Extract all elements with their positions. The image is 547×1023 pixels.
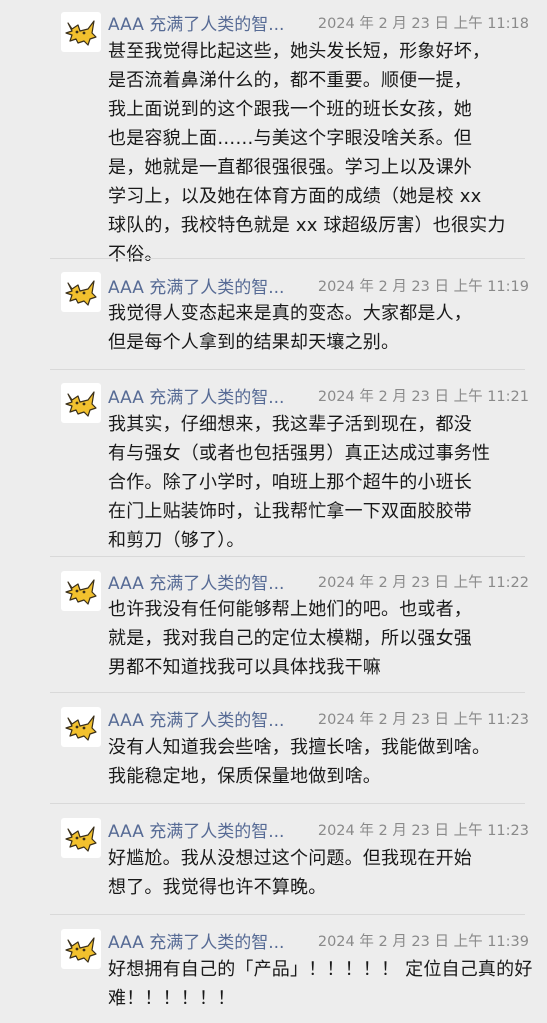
message-text: 好尴尬。我从没想过这个问题。但我现在开始 想了。我觉得也许不算晚。 xyxy=(108,848,472,898)
message-text: 我觉得人变态起来是真的变态。大家都是人， 但是每个人拿到的结果却天壤之别。 xyxy=(108,303,472,353)
avatar[interactable] xyxy=(61,707,101,747)
timestamp: 2024 年 2 月 23 日 上午 11:18 xyxy=(317,15,529,32)
yellow-cat-icon xyxy=(65,280,97,306)
timestamp: 2024 年 2 月 23 日 上午 11:22 xyxy=(317,574,529,591)
sender-name[interactable]: AAA 充满了人类的智... xyxy=(108,928,284,953)
yellow-cat-icon xyxy=(65,937,97,963)
sender-name[interactable]: AAA 充满了人类的智... xyxy=(108,10,284,35)
avatar[interactable] xyxy=(61,12,101,52)
message-text: 好想拥有自己的「产品」！！！！！ 定位自己真的好 难！！！！！！ xyxy=(108,959,533,1009)
message-text: 也许我没有任何能够帮上她们的吧。也或者， 就是，我对我自己的定位太模糊，所以强女… xyxy=(108,599,472,678)
message-item: AAA 充满了人类的智... 2024 年 2 月 23 日 上午 11:22 … xyxy=(0,557,547,693)
sender-name[interactable]: AAA 充满了人类的智... xyxy=(108,817,284,842)
avatar[interactable] xyxy=(61,571,101,611)
message-item: AAA 充满了人类的智... 2024 年 2 月 23 日 上午 11:19 … xyxy=(0,259,547,370)
message-feed: AAA 充满了人类的智... 2024 年 2 月 23 日 上午 11:18 … xyxy=(0,0,547,1023)
yellow-cat-icon xyxy=(65,579,97,605)
avatar[interactable] xyxy=(61,929,101,969)
timestamp: 2024 年 2 月 23 日 上午 11:23 xyxy=(317,711,529,728)
yellow-cat-icon xyxy=(65,20,97,46)
timestamp: 2024 年 2 月 23 日 上午 11:21 xyxy=(317,388,529,405)
timestamp: 2024 年 2 月 23 日 上午 11:39 xyxy=(317,933,529,950)
sender-name[interactable]: AAA 充满了人类的智... xyxy=(108,383,284,408)
sender-name[interactable]: AAA 充满了人类的智... xyxy=(108,706,284,731)
message-text: 我其实，仔细想来，我这辈子活到现在，都没 有与强女（或者也包括强男）真正达成过事… xyxy=(108,414,491,551)
message-item: AAA 充满了人类的智... 2024 年 2 月 23 日 上午 11:21 … xyxy=(0,370,547,557)
message-item: AAA 充满了人类的智... 2024 年 2 月 23 日 上午 11:18 … xyxy=(0,0,547,265)
message-item: AAA 充满了人类的智... 2024 年 2 月 23 日 上午 11:23 … xyxy=(0,804,547,915)
yellow-cat-icon xyxy=(65,826,97,852)
message-item: AAA 充满了人类的智... 2024 年 2 月 23 日 上午 11:39 … xyxy=(0,915,547,1023)
avatar[interactable] xyxy=(61,383,101,423)
timestamp: 2024 年 2 月 23 日 上午 11:23 xyxy=(317,822,529,839)
yellow-cat-icon xyxy=(65,715,97,741)
sender-name[interactable]: AAA 充满了人类的智... xyxy=(108,273,284,298)
message-item: AAA 充满了人类的智... 2024 年 2 月 23 日 上午 11:23 … xyxy=(0,693,547,804)
timestamp: 2024 年 2 月 23 日 上午 11:19 xyxy=(317,278,529,295)
yellow-cat-icon xyxy=(65,391,97,417)
avatar[interactable] xyxy=(61,818,101,858)
sender-name[interactable]: AAA 充满了人类的智... xyxy=(108,569,284,594)
message-text: 甚至我觉得比起这些，她头发长短，形象好坏， 是否流着鼻涕什么的，都不重要。顺便一… xyxy=(108,41,506,265)
message-text: 没有人知道我会些啥，我擅长啥，我能做到啥。 我能稳定地，保质保量地做到啥。 xyxy=(108,737,491,787)
avatar[interactable] xyxy=(61,272,101,312)
